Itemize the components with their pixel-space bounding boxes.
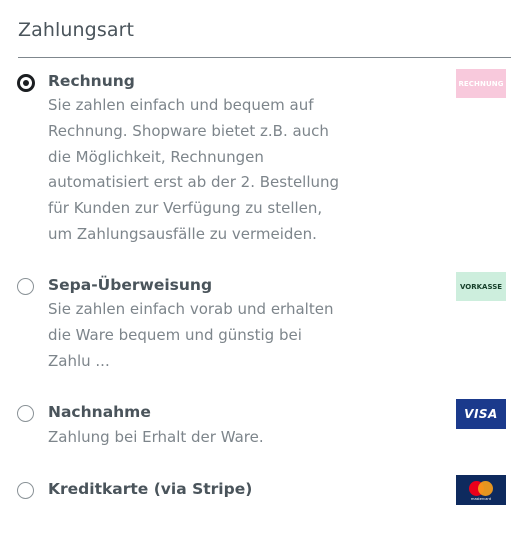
description-line: für Kunden zur Verfügung zu stellen,: [48, 199, 323, 218]
description-line: Rechnung. Shopware bietet z.B. auch: [48, 121, 329, 140]
payment-option-description: Sie zahlen einfach und bequem auf Rechnu…: [48, 93, 358, 248]
payment-option-description: Sie zahlen einfach vorab und erhalten di…: [48, 297, 358, 374]
description-line: um Zahlungsausfälle zu vermeiden.: [48, 224, 317, 243]
description-line: die Ware bequem und günstig bei: [48, 325, 302, 344]
payment-option-label[interactable]: Nachnahme: [48, 403, 151, 421]
description-line: automatisiert erst ab der 2. Bestellung: [48, 173, 340, 192]
description-line: Zahlu ...: [48, 351, 110, 370]
description-line: Sie zahlen einfach vorab und erhalten: [48, 300, 334, 318]
rechnung-logo: RECHNUNG: [456, 69, 506, 98]
description-line: Zahlung bei Erhalt der Ware.: [48, 428, 264, 446]
payment-method-panel: Zahlungsart Rechnung Sie zahlen einfach …: [0, 0, 531, 538]
radio-sepa[interactable]: [17, 278, 34, 295]
mastercard-circles-icon: [469, 481, 493, 496]
payment-option-label[interactable]: Kreditkarte (via Stripe): [48, 480, 252, 498]
mastercard-logo-text: mastercard: [471, 497, 491, 501]
payment-option-description: Zahlung bei Erhalt der Ware.: [48, 425, 358, 451]
section-title: Zahlungsart: [18, 19, 135, 41]
radio-rechnung[interactable]: [17, 74, 35, 92]
visa-logo: VISA: [456, 399, 506, 429]
mastercard-logo: mastercard: [456, 475, 506, 505]
description-line: Sie zahlen einfach und bequem auf: [48, 96, 314, 114]
radio-nachnahme[interactable]: [17, 405, 34, 422]
vorkasse-logo: VORKASSE: [456, 272, 506, 301]
description-line: die Möglichkeit, Rechnungen: [48, 147, 264, 166]
payment-option-label[interactable]: Rechnung: [48, 72, 135, 90]
radio-kreditkarte[interactable]: [17, 482, 34, 499]
payment-option-label[interactable]: Sepa-Überweisung: [48, 276, 212, 294]
section-divider: [18, 57, 511, 58]
